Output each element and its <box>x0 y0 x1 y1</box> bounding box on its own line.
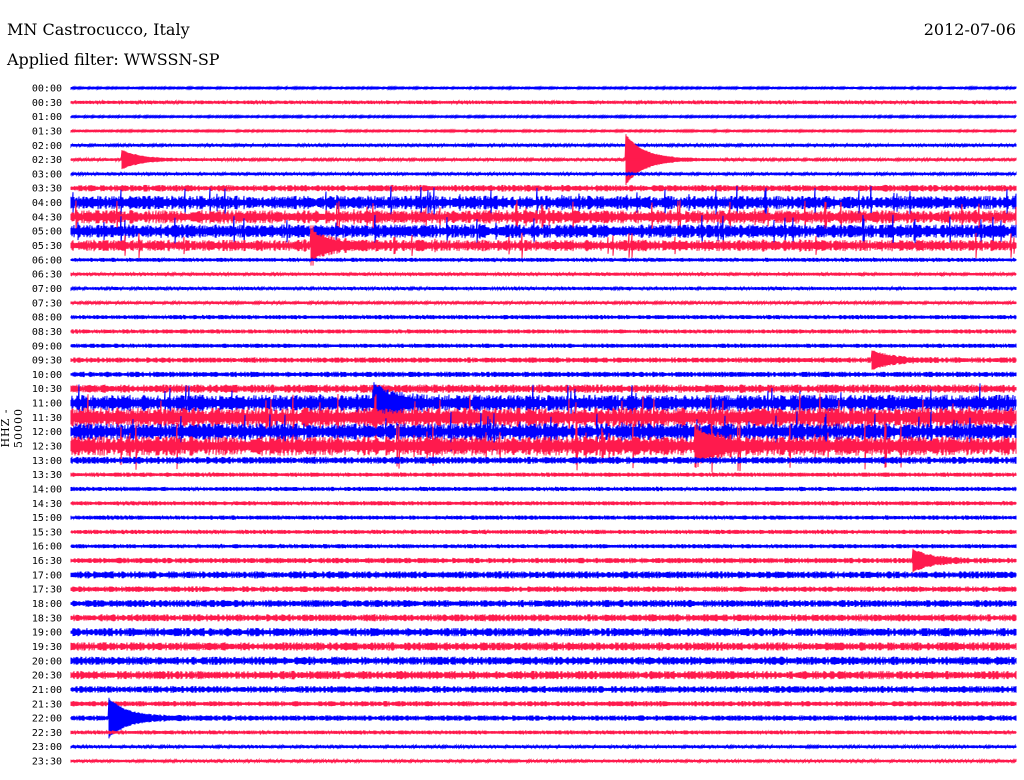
row-time-label: 14:30 <box>32 499 62 510</box>
row-time-label: 23:30 <box>32 757 62 768</box>
row-time-label: 13:30 <box>32 470 62 481</box>
row-time-label: 13:00 <box>32 456 62 467</box>
row-time-label: 03:00 <box>32 169 62 180</box>
row-time-label: 07:00 <box>32 284 62 295</box>
row-time-label: 22:00 <box>32 714 62 725</box>
row-time-label: 07:30 <box>32 298 62 309</box>
row-time-label: 15:00 <box>32 513 62 524</box>
row-time-label: 04:30 <box>32 212 62 223</box>
row-time-label: 23:00 <box>32 742 62 753</box>
row-time-label: 09:00 <box>32 341 62 352</box>
row-time-label: 05:30 <box>32 241 62 252</box>
row-time-label: 01:00 <box>32 112 62 123</box>
row-time-label: 06:30 <box>32 270 62 281</box>
row-time-label: 21:00 <box>32 685 62 696</box>
row-time-label: 12:30 <box>32 442 62 453</box>
row-time-label: 17:00 <box>32 570 62 581</box>
row-time-label: 18:30 <box>32 613 62 624</box>
row-time-label: 11:30 <box>32 413 62 424</box>
row-time-label: 20:00 <box>32 656 62 667</box>
row-time-label: 15:30 <box>32 527 62 538</box>
row-time-label: 02:30 <box>32 155 62 166</box>
row-time-label: 08:00 <box>32 313 62 324</box>
row-time-label: 12:00 <box>32 427 62 438</box>
row-time-label: 17:30 <box>32 585 62 596</box>
row-time-label: 00:00 <box>32 84 62 95</box>
row-time-label: 18:00 <box>32 599 62 610</box>
row-time-label: 06:00 <box>32 255 62 266</box>
row-time-label: 11:00 <box>32 399 62 410</box>
row-time-label: 10:00 <box>32 370 62 381</box>
row-time-label: 04:00 <box>32 198 62 209</box>
row-time-label: 19:30 <box>32 642 62 653</box>
row-time-label: 02:00 <box>32 141 62 152</box>
row-time-label: 10:30 <box>32 384 62 395</box>
row-time-label: 09:30 <box>32 356 62 367</box>
row-time-label: 01:30 <box>32 126 62 137</box>
row-time-label: 05:00 <box>32 227 62 238</box>
row-time-label: 21:30 <box>32 699 62 710</box>
row-time-label: 20:30 <box>32 671 62 682</box>
row-time-label: 14:00 <box>32 484 62 495</box>
row-time-label: 00:30 <box>32 98 62 109</box>
row-time-label: 03:30 <box>32 184 62 195</box>
row-time-label: 16:30 <box>32 556 62 567</box>
row-time-label: 22:30 <box>32 728 62 739</box>
row-time-label: 16:00 <box>32 542 62 553</box>
helicorder-plot: 00:00 00:30 01:00 01:30 02:00 02:30 03:00 03:30… <box>32 84 1017 768</box>
row-time-label: 08:30 <box>32 327 62 338</box>
row-time-label: 19:00 <box>32 628 62 639</box>
